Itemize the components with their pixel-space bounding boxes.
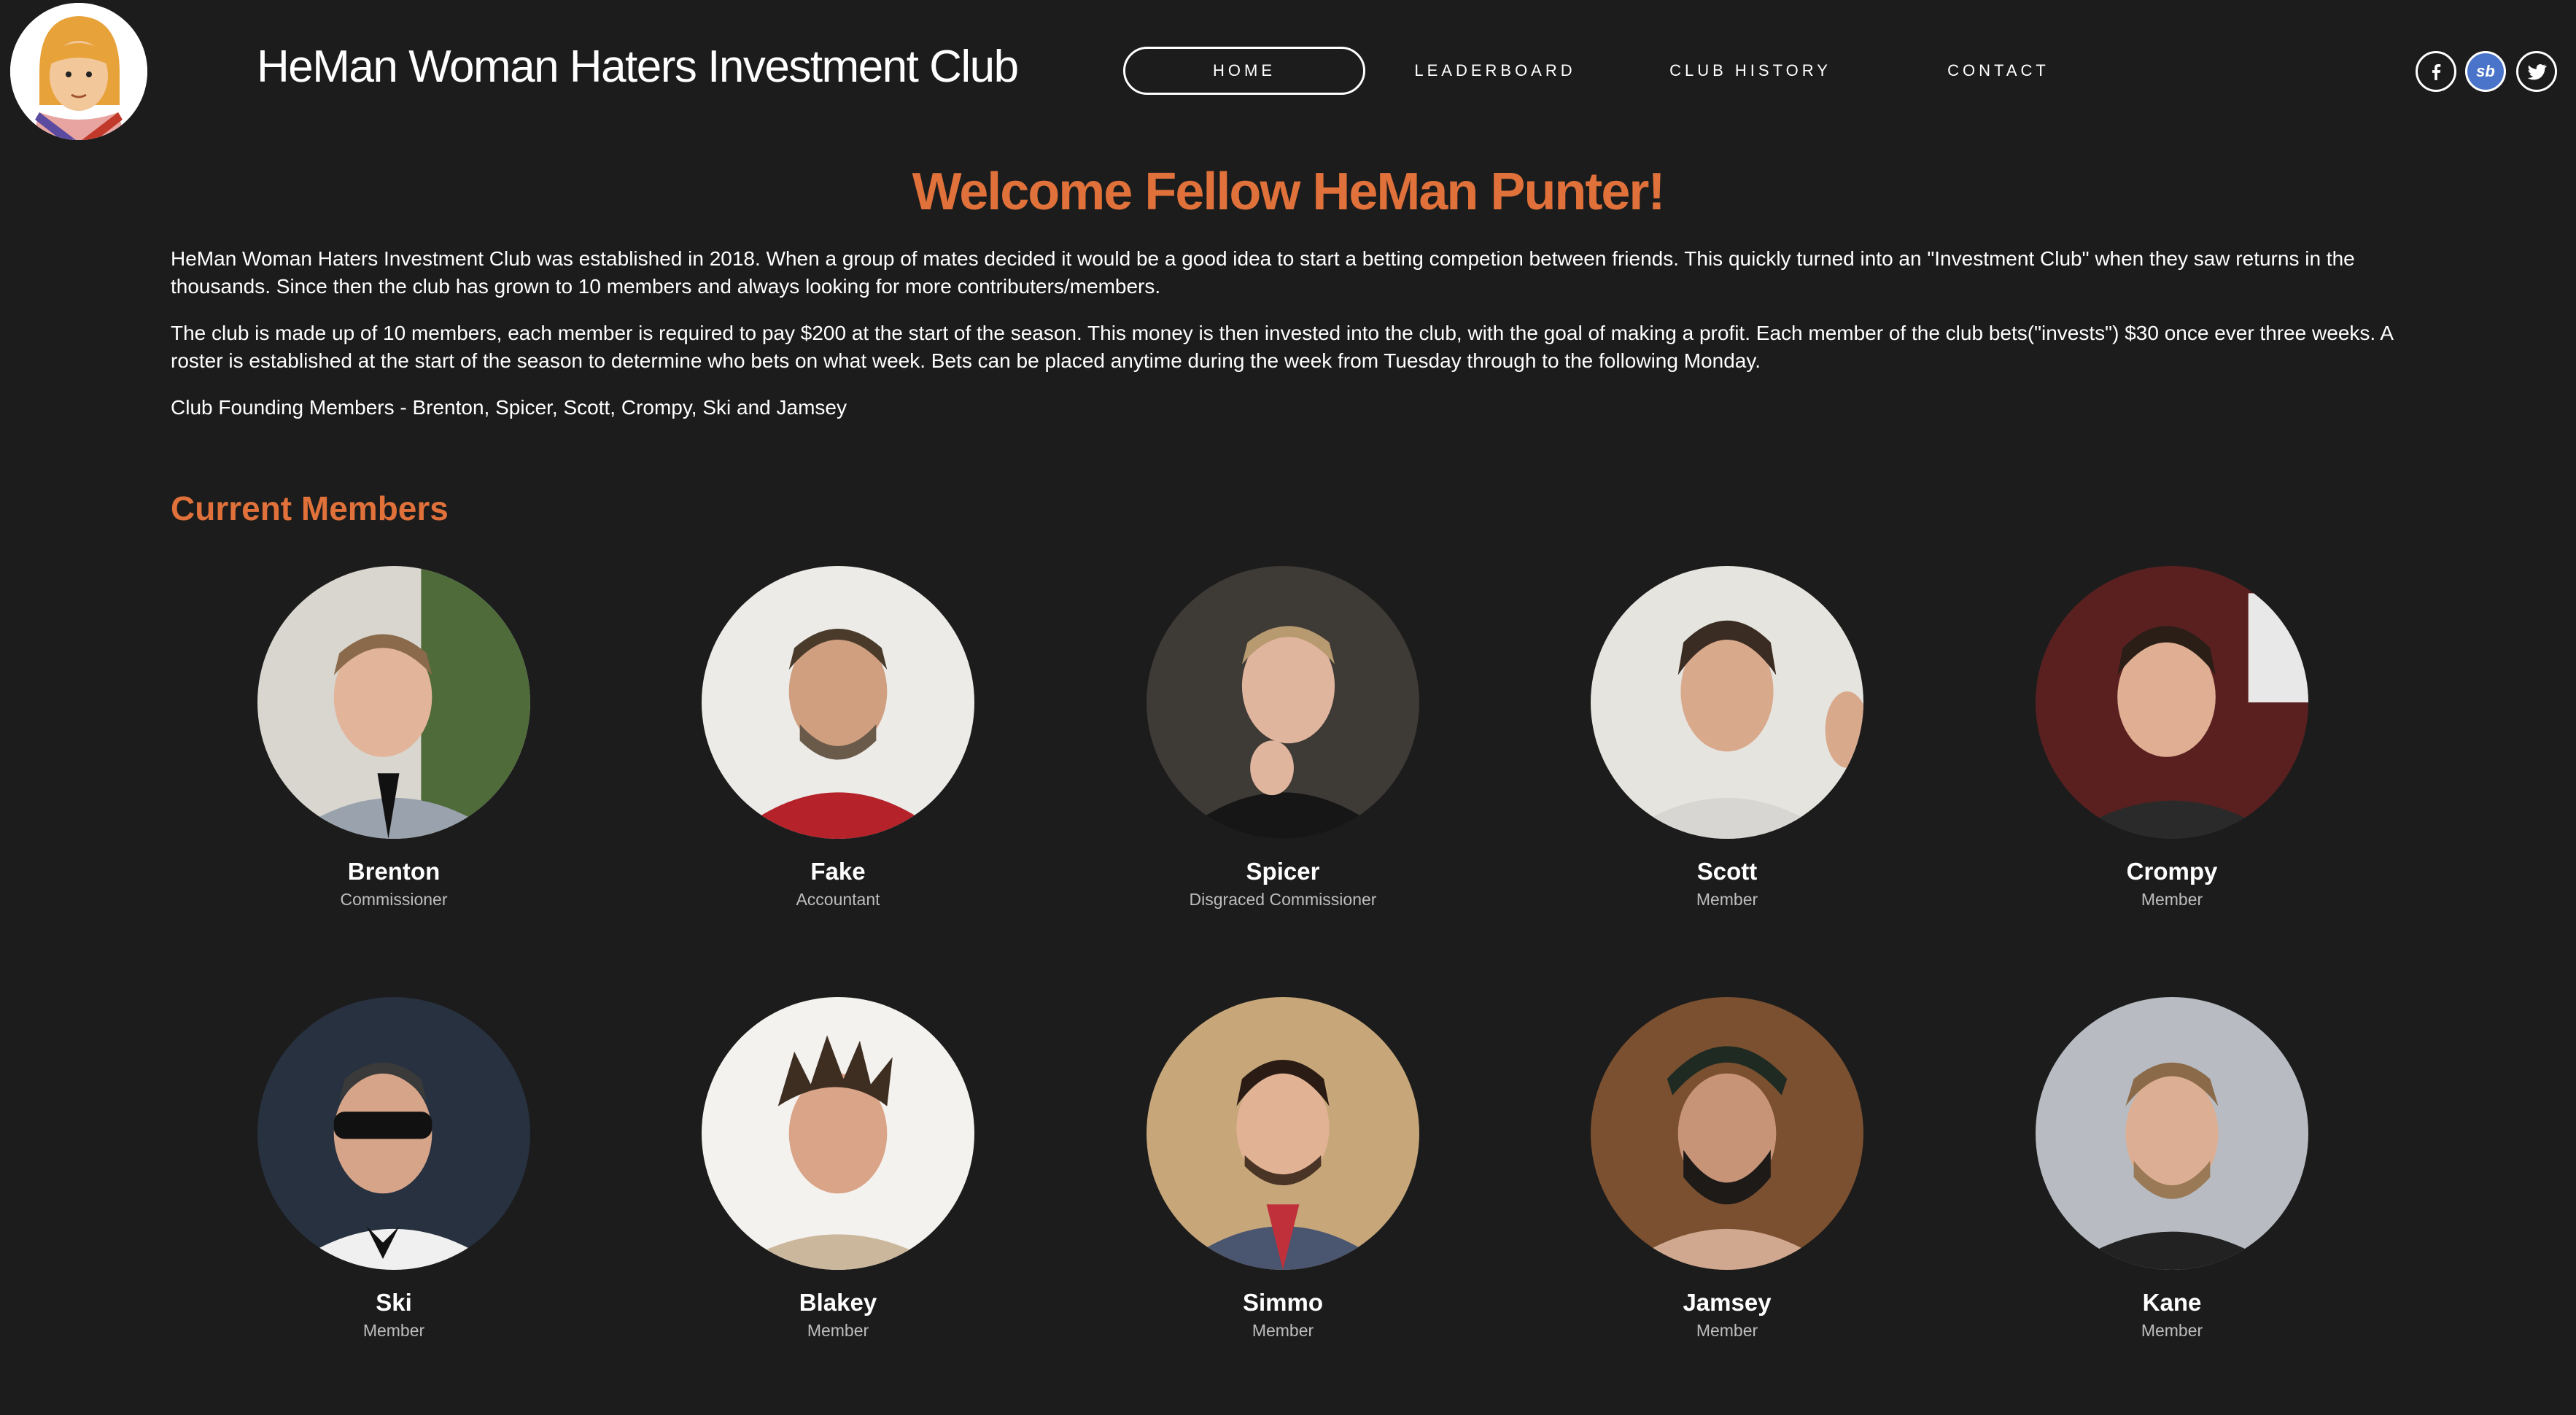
nav-club-history[interactable]: CLUB HISTORY: [1641, 47, 1860, 95]
member-role: Member: [2141, 890, 2203, 909]
facebook-icon[interactable]: [2416, 51, 2456, 92]
avatar: [1147, 997, 1419, 1270]
avatar: [1147, 566, 1419, 839]
member-name: Simmo: [1242, 1289, 1324, 1316]
member-photo: [1591, 566, 1863, 839]
intro-paragraph: HeMan Woman Haters Investment Club was e…: [171, 247, 2355, 298]
club-logo[interactable]: [10, 3, 147, 140]
nav-home[interactable]: HOME: [1123, 47, 1365, 95]
heman-logo-icon: [10, 3, 147, 140]
member-role: Member: [807, 1321, 869, 1340]
nav-leaderboard[interactable]: LEADERBOARD: [1386, 47, 1605, 95]
avatar: [2036, 566, 2308, 839]
rules-paragraph: The club is made up of 10 members, each …: [171, 322, 2393, 372]
members-heading: Current Members: [171, 489, 449, 527]
nav-contact[interactable]: CONTACT: [1889, 47, 2108, 95]
avatar: [257, 997, 530, 1270]
avatar: [702, 566, 974, 839]
member-role: Member: [362, 1321, 425, 1340]
member-card-ski: Ski Member: [255, 997, 532, 1341]
site-title[interactable]: HeMan Woman Haters Investment Club: [257, 41, 1019, 93]
member-name: Crompy: [2126, 858, 2218, 885]
member-name: Blakey: [799, 1289, 877, 1316]
member-role: Member: [1252, 1321, 1314, 1340]
member-card-scott: Scott Member: [1588, 566, 1866, 910]
page: HeMan Woman Haters Investment Club HOME …: [0, 0, 2576, 1415]
member-name: Ski: [376, 1289, 412, 1316]
member-photo: [1591, 997, 1863, 1270]
founders-paragraph: Club Founding Members - Brenton, Spicer,…: [171, 396, 847, 419]
member-photo: [1147, 566, 1419, 839]
member-photo: [702, 566, 974, 839]
sportsbet-glyph: sb: [2476, 62, 2495, 80]
member-photo: [2036, 997, 2308, 1270]
member-role: Member: [1696, 890, 1758, 909]
member-role: Commissioner: [340, 890, 448, 909]
member-role: Member: [1696, 1321, 1758, 1340]
avatar: [702, 997, 974, 1270]
member-card-crompy: Crompy Member: [2033, 566, 2311, 910]
member-card-kane: Kane Member: [2033, 997, 2311, 1341]
twitter-icon[interactable]: [2516, 51, 2557, 92]
avatar: [1591, 566, 1863, 839]
member-name: Spicer: [1246, 858, 1320, 885]
member-card-spicer: Spicer Disgraced Commissioner: [1144, 566, 1421, 910]
facebook-glyph: [2432, 64, 2441, 80]
member-role: Member: [2141, 1321, 2203, 1340]
welcome-heading: Welcome Fellow HeMan Punter!: [912, 163, 1666, 221]
member-photo: [257, 997, 530, 1270]
member-card-blakey: Blakey Member: [699, 997, 977, 1341]
avatar: [2036, 997, 2308, 1270]
member-role: Accountant: [796, 890, 880, 909]
member-photo: [257, 566, 530, 839]
member-name: Fake: [810, 858, 866, 885]
member-name: Scott: [1696, 858, 1758, 885]
member-card-jamsey: Jamsey Member: [1588, 997, 1866, 1341]
member-role: Disgraced Commissioner: [1189, 890, 1377, 909]
member-name: Jamsey: [1683, 1289, 1772, 1316]
member-name: Kane: [2142, 1289, 2202, 1316]
member-card-brenton: Brenton Commissioner: [255, 566, 532, 910]
sportsbet-icon[interactable]: sb: [2465, 51, 2506, 92]
member-card-fake: Fake Accountant: [699, 566, 977, 910]
member-photo: [1147, 997, 1419, 1270]
member-photo: [702, 997, 974, 1270]
avatar: [1591, 997, 1863, 1270]
member-card-simmo: Simmo Member: [1144, 997, 1421, 1341]
avatar: [257, 566, 530, 839]
twitter-glyph: [2527, 63, 2547, 80]
member-photo: [2036, 566, 2308, 839]
member-name: Brenton: [347, 858, 441, 885]
